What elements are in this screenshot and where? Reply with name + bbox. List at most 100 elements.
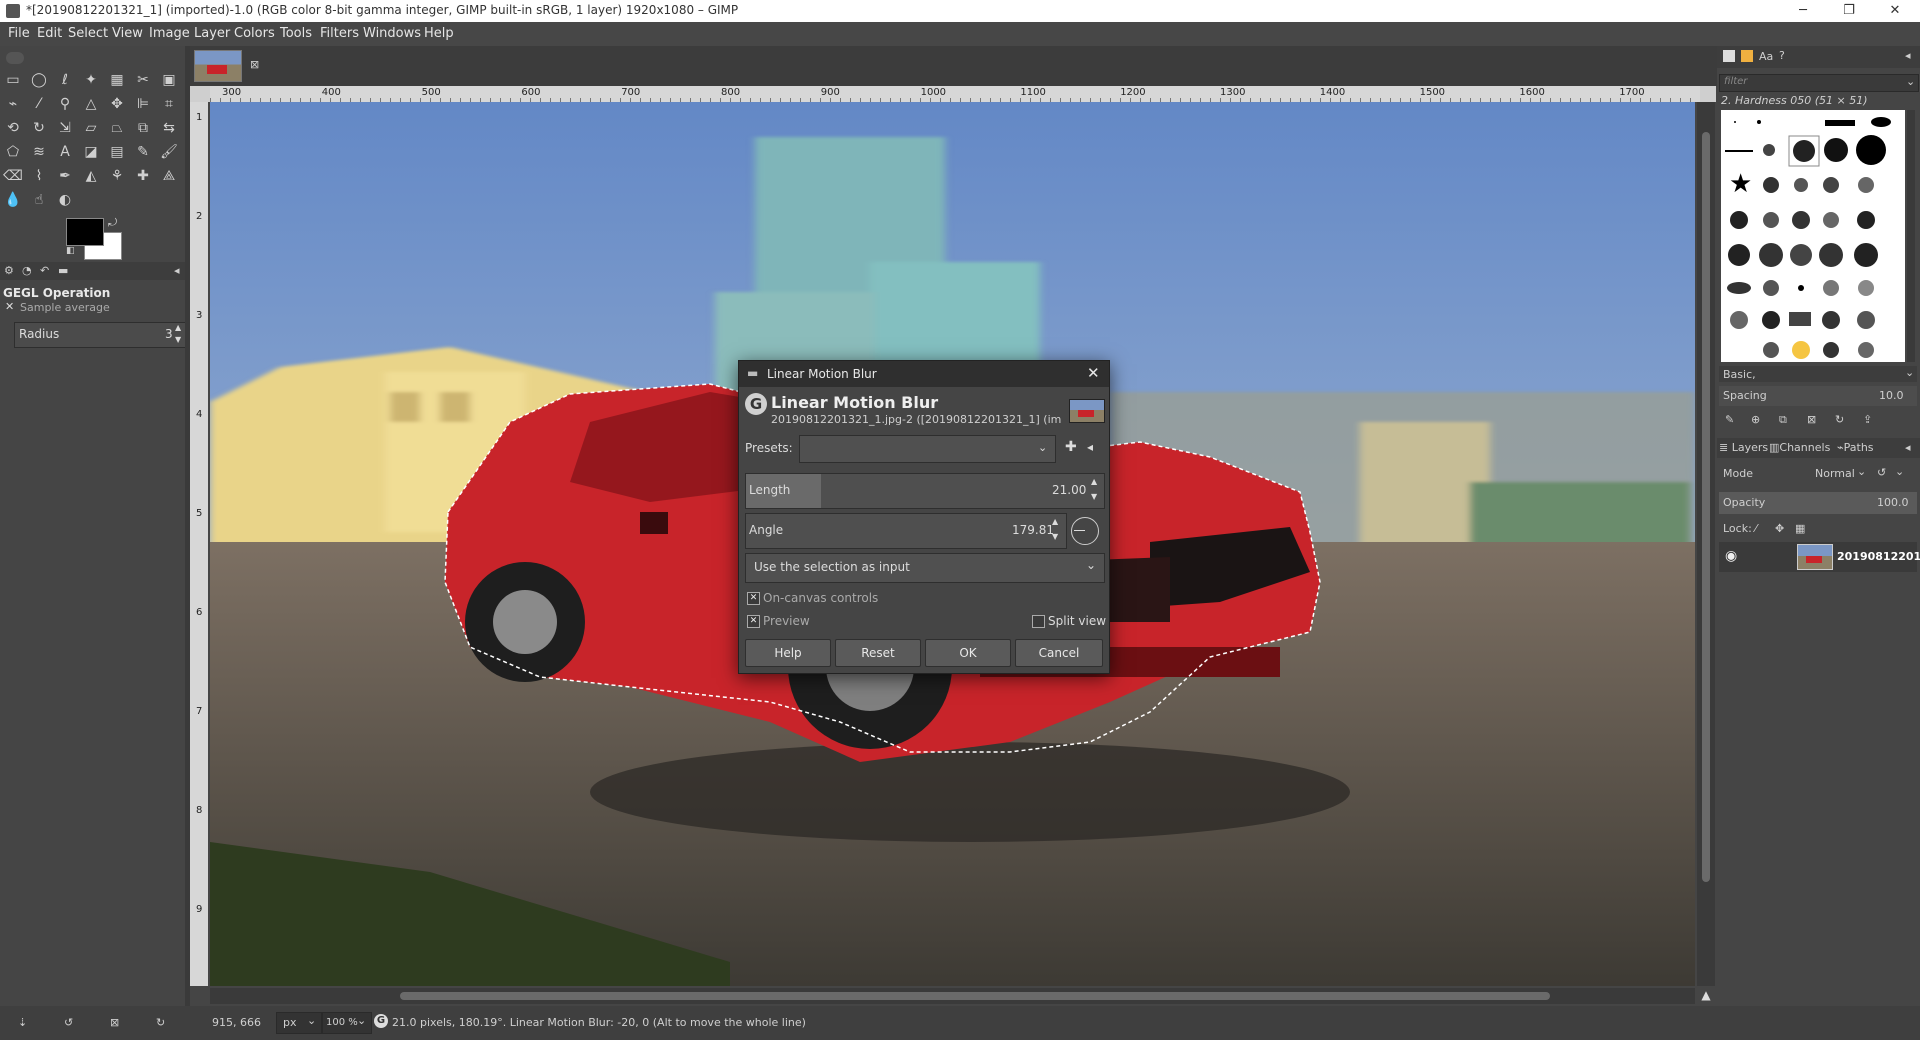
- layer-row[interactable]: ◉ 20190812201321: [1719, 542, 1920, 572]
- horizontal-scrollbar[interactable]: [210, 988, 1695, 1004]
- delete-brush-icon[interactable]: ⊠: [1807, 413, 1816, 426]
- close-tab-icon[interactable]: ⊠: [250, 58, 259, 71]
- paintbrush-icon[interactable]: 🖌: [158, 142, 180, 162]
- gradient-icon[interactable]: ▤: [106, 142, 128, 162]
- menu-layer[interactable]: Layer: [194, 26, 230, 41]
- vertical-scroll-thumb[interactable]: [1702, 132, 1710, 882]
- mode-value[interactable]: Normal: [1815, 467, 1855, 480]
- close-x-icon[interactable]: ✕: [5, 300, 14, 313]
- new-brush-icon[interactable]: ⊕: [1751, 413, 1760, 426]
- tab-layers[interactable]: ≣ Layers: [1719, 441, 1768, 454]
- split-view-checkbox[interactable]: [1032, 615, 1045, 628]
- shear-icon[interactable]: ▱: [80, 118, 102, 138]
- delete-icon[interactable]: ⊠: [110, 1016, 119, 1029]
- flip-icon[interactable]: ⇆: [158, 118, 180, 138]
- default-colors-icon[interactable]: ◧: [66, 246, 75, 256]
- eye-icon[interactable]: ◉: [1725, 548, 1737, 564]
- menu-tools[interactable]: Tools: [280, 26, 312, 41]
- angle-spinner[interactable]: Angle 179.81 ▲ ▼: [745, 513, 1067, 549]
- fuzzy-select-icon[interactable]: ✦: [80, 70, 102, 90]
- cancel-button[interactable]: Cancel: [1015, 639, 1103, 667]
- align-icon[interactable]: ⊫: [132, 94, 154, 114]
- bucket-fill-icon[interactable]: ◪: [80, 142, 102, 162]
- rotate-icon[interactable]: ↻: [28, 118, 50, 138]
- tab-paths[interactable]: ⌁Paths: [1837, 441, 1874, 454]
- image-thumbnail-tab[interactable]: [194, 50, 242, 82]
- edit-brush-icon[interactable]: ✎: [1725, 413, 1734, 426]
- dialog-close-icon[interactable]: ✕: [1087, 364, 1100, 382]
- cage-transform-icon[interactable]: ⬠: [2, 142, 24, 162]
- swap-colors-icon[interactable]: ⤾: [108, 216, 117, 230]
- images-tab-icon[interactable]: ▬: [58, 264, 68, 277]
- reset-icon[interactable]: ↺: [64, 1016, 73, 1029]
- perspective-clone-icon[interactable]: ⟁: [158, 166, 180, 186]
- menu-colors[interactable]: Colors: [234, 26, 275, 41]
- configure-tab-icon[interactable]: ◂: [1905, 441, 1911, 454]
- menu-image[interactable]: Image: [149, 26, 190, 41]
- navigate-icon[interactable]: [1700, 86, 1716, 102]
- text-icon[interactable]: A: [54, 142, 76, 162]
- brush-grid[interactable]: ★: [1721, 110, 1905, 362]
- radius-down-icon[interactable]: ▼: [175, 335, 181, 344]
- menu-edit[interactable]: Edit: [37, 26, 62, 41]
- tab-channels[interactable]: ▥Channels: [1769, 441, 1830, 454]
- unified-transform-icon[interactable]: ⟲: [2, 118, 24, 138]
- input-source-dropdown[interactable]: Use the selection as input ⌄: [745, 553, 1105, 583]
- vertical-scrollbar[interactable]: [1697, 102, 1715, 986]
- foreground-color-swatch-front[interactable]: [66, 218, 104, 246]
- minimize-button[interactable]: ─: [1780, 0, 1826, 22]
- smudge-icon[interactable]: ☝: [28, 190, 50, 210]
- help-button[interactable]: Help: [745, 639, 831, 667]
- lock-alpha-icon[interactable]: ▦: [1795, 522, 1805, 535]
- lock-pixels-icon[interactable]: ⁄: [1755, 522, 1757, 535]
- zoom-dropdown[interactable]: 100 % ⌄: [322, 1012, 372, 1034]
- spacing-slider[interactable]: Spacing 10.0: [1719, 386, 1917, 406]
- lasso-icon[interactable]: ℓ: [54, 70, 76, 90]
- ellipse-select-icon[interactable]: ◯: [28, 70, 50, 90]
- restore-icon[interactable]: ↻: [156, 1016, 165, 1029]
- preview-checkbox[interactable]: ✕: [747, 615, 760, 628]
- airbrush-icon[interactable]: ⌇: [28, 166, 50, 186]
- patterns-tab-icon[interactable]: [1741, 50, 1753, 62]
- menu-select[interactable]: Select: [68, 26, 108, 41]
- brush-grid-scrollbar[interactable]: [1907, 110, 1915, 362]
- color-picker-icon[interactable]: ⁄: [28, 94, 50, 114]
- radius-up-icon[interactable]: ▲: [175, 323, 181, 332]
- horizontal-scroll-thumb[interactable]: [400, 992, 1550, 1000]
- perspective-icon[interactable]: ⏢: [106, 118, 128, 138]
- switch-mode-icon[interactable]: ↺: [1877, 466, 1886, 479]
- undo-history-tab-icon[interactable]: ↶: [40, 264, 49, 277]
- menu-view[interactable]: View: [112, 26, 143, 41]
- maximize-button[interactable]: ❐: [1826, 0, 1872, 22]
- crop-icon[interactable]: ⌗: [158, 94, 180, 114]
- angle-down-icon[interactable]: ▼: [1052, 532, 1058, 541]
- close-window-button[interactable]: ✕: [1872, 0, 1918, 22]
- warp-transform-icon[interactable]: ≋: [28, 142, 50, 162]
- horizontal-ruler[interactable]: 300 400 500 600 700 800 900 1000 1100 1200 1300 140…: [210, 86, 1700, 102]
- lock-position-icon[interactable]: ✥: [1775, 522, 1784, 535]
- clone-icon[interactable]: ⚘: [106, 166, 128, 186]
- zoom-icon[interactable]: ⚲: [54, 94, 76, 114]
- menu-windows[interactable]: Windows: [363, 26, 421, 41]
- angle-up-icon[interactable]: ▲: [1052, 517, 1058, 526]
- scale-icon[interactable]: ⇲: [54, 118, 76, 138]
- opacity-slider[interactable]: Opacity 100.0: [1719, 492, 1917, 514]
- menu-help[interactable]: Help: [424, 26, 454, 41]
- chevron-down-icon[interactable]: ⌄: [1857, 465, 1866, 478]
- length-slider[interactable]: Length 21.00 ▲ ▼: [745, 473, 1105, 509]
- pencil-icon[interactable]: ✎: [132, 142, 154, 162]
- menu-filters[interactable]: Filters: [320, 26, 359, 41]
- angle-dial[interactable]: [1071, 517, 1099, 545]
- select-by-color-icon[interactable]: ▦: [106, 70, 128, 90]
- ink-icon[interactable]: ✒: [54, 166, 76, 186]
- ok-button[interactable]: OK: [925, 639, 1011, 667]
- export-icon[interactable]: ⇣: [18, 1016, 27, 1029]
- eraser-icon[interactable]: ⌫: [2, 166, 24, 186]
- on-canvas-controls-checkbox[interactable]: ✕: [747, 592, 760, 605]
- device-status-tab-icon[interactable]: ◔: [22, 264, 32, 277]
- configure-tab-icon[interactable]: ◂: [1905, 49, 1911, 62]
- brush-preset-dropdown[interactable]: Basic, ⌄: [1719, 366, 1917, 382]
- chevron-down-icon[interactable]: ⌄: [1895, 465, 1904, 478]
- add-preset-icon[interactable]: ✚: [1065, 439, 1077, 455]
- measure-icon[interactable]: △: [80, 94, 102, 114]
